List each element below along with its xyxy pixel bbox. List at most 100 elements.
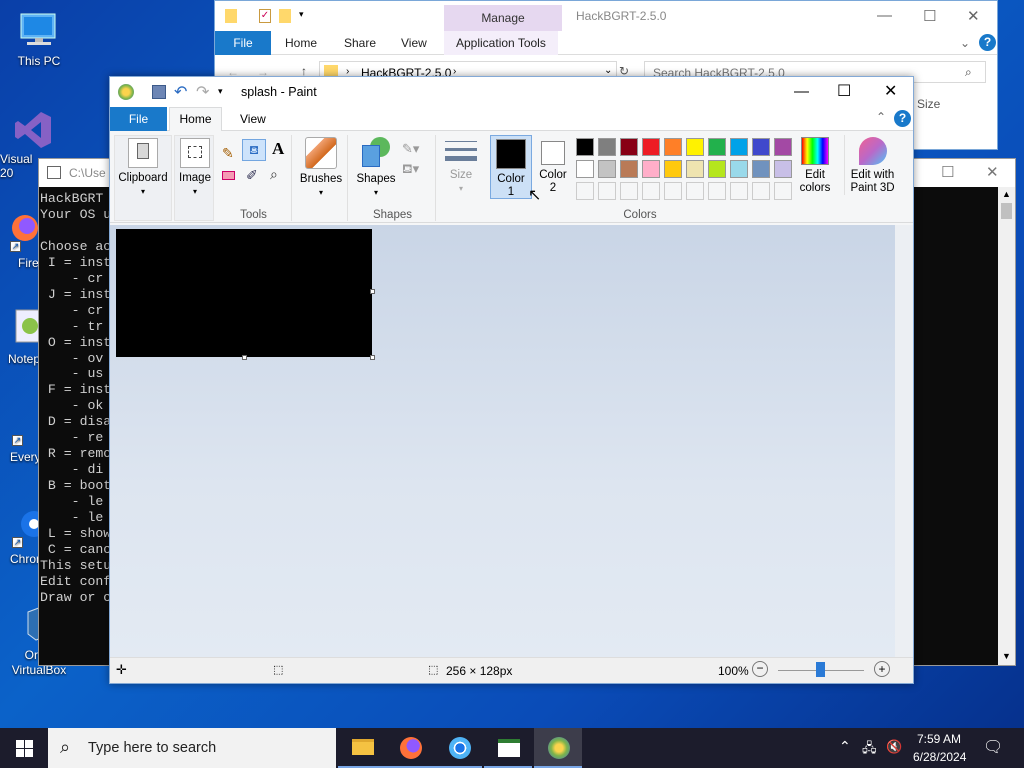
tab-application-tools[interactable]: Application Tools (444, 31, 558, 55)
edit-colors-button[interactable]: Edit colors (796, 135, 834, 195)
maximize-icon[interactable]: ☐ (941, 163, 954, 181)
palette-color[interactable] (730, 138, 748, 156)
quick-access-dropdown-icon[interactable]: ▾ (218, 86, 223, 97)
palette-color[interactable] (576, 138, 594, 156)
explorer-title-bar[interactable]: ✓ ▾ Manage HackBGRT-2.5.0 — ☐ ✕ (215, 1, 997, 31)
palette-color[interactable] (708, 160, 726, 178)
palette-color[interactable] (620, 138, 638, 156)
paint-window[interactable]: ↶ ↷ ▾ splash - Paint — ☐ ✕ File Home Vie… (109, 76, 914, 684)
palette-empty[interactable] (664, 182, 682, 200)
tab-view[interactable]: View (240, 112, 266, 126)
palette-empty[interactable] (686, 182, 704, 200)
search-icon[interactable]: ⌕ (965, 65, 972, 80)
maximize-icon[interactable]: ☐ (923, 7, 936, 25)
paint-title-bar[interactable]: ↶ ↷ ▾ splash - Paint — ☐ ✕ (110, 77, 913, 107)
tab-share[interactable]: Share (344, 36, 376, 50)
network-icon[interactable]: 🖧 (862, 739, 877, 761)
drawing-canvas[interactable] (116, 229, 372, 357)
color-picker-icon[interactable]: ✐ (246, 167, 258, 184)
start-windows-icon[interactable] (16, 740, 33, 757)
zoom-slider-thumb[interactable] (816, 662, 825, 677)
ribbon-collapse-icon[interactable]: ⌄ (960, 36, 970, 50)
cmd-scrollbar[interactable]: ▲ ▼ (998, 187, 1015, 665)
palette-color[interactable] (686, 138, 704, 156)
clipboard-button[interactable]: Clipboard ▾ (115, 138, 171, 198)
quick-access-dropdown-icon[interactable]: ▾ (299, 9, 304, 20)
palette-color[interactable] (576, 160, 594, 178)
taskbar-chrome[interactable] (434, 728, 482, 768)
shapes-button[interactable]: Shapes ▾ (352, 137, 400, 199)
palette-empty[interactable] (642, 182, 660, 200)
pencil-icon[interactable]: ✎ (222, 145, 234, 162)
new-folder-icon[interactable] (279, 9, 291, 23)
tab-file[interactable]: File (215, 31, 271, 55)
fill-icon[interactable]: ⛾ (242, 139, 266, 161)
tab-home[interactable]: Home (285, 36, 317, 50)
image-button[interactable]: Image ▾ (175, 138, 215, 198)
palette-color[interactable] (774, 160, 792, 178)
palette-color[interactable] (664, 138, 682, 156)
address-dropdown-icon[interactable]: ⌄ (604, 65, 612, 76)
eraser-icon[interactable] (222, 171, 235, 180)
close-icon[interactable]: ✕ (967, 7, 980, 25)
brushes-button[interactable]: Brushes ▾ (294, 137, 348, 199)
tab-view[interactable]: View (401, 36, 427, 50)
clock-date[interactable]: 6/28/2024 (913, 750, 966, 764)
palette-color[interactable] (664, 160, 682, 178)
palette-color[interactable] (730, 160, 748, 178)
undo-icon[interactable]: ↶ (174, 82, 187, 102)
taskbar-paint[interactable] (534, 728, 582, 768)
magnifier-icon[interactable]: ⌕ (270, 166, 278, 183)
resize-handle-right[interactable] (370, 289, 375, 294)
notification-icon[interactable]: 🗨 (983, 737, 1003, 757)
palette-color[interactable] (752, 138, 770, 156)
scroll-thumb[interactable] (1001, 203, 1012, 219)
scroll-down-icon[interactable]: ▼ (1002, 651, 1011, 661)
shape-fill-icon[interactable]: ⛾▾ (402, 161, 419, 179)
palette-color[interactable] (598, 160, 616, 178)
text-icon[interactable]: A (272, 139, 284, 159)
size-button[interactable]: Size ▾ (438, 137, 484, 195)
palette-empty[interactable] (598, 182, 616, 200)
palette-color[interactable] (708, 138, 726, 156)
palette-empty[interactable] (730, 182, 748, 200)
palette-empty[interactable] (708, 182, 726, 200)
scroll-up-icon[interactable]: ▲ (1002, 189, 1011, 199)
taskbar-file-explorer[interactable] (338, 728, 386, 768)
ribbon-collapse-icon[interactable]: ⌃ (876, 110, 886, 124)
palette-empty[interactable] (576, 182, 594, 200)
save-icon[interactable] (152, 85, 166, 99)
minimize-icon[interactable]: — (794, 83, 809, 100)
outline-icon[interactable]: ✎▾ (402, 141, 419, 157)
clock-time[interactable]: 7:59 AM (917, 732, 961, 746)
minimize-icon[interactable]: — (877, 7, 892, 24)
palette-color[interactable] (752, 160, 770, 178)
palette-color[interactable] (774, 138, 792, 156)
color1-button[interactable]: Color 1 (490, 135, 532, 199)
close-icon[interactable]: ✕ (986, 163, 999, 181)
column-header-size[interactable]: Size (917, 97, 940, 111)
zoom-out-icon[interactable]: − (752, 661, 768, 677)
close-icon[interactable]: ✕ (884, 81, 897, 101)
palette-color[interactable] (686, 160, 704, 178)
palette-empty[interactable] (620, 182, 638, 200)
tab-home[interactable]: Home (169, 107, 222, 132)
maximize-icon[interactable]: ☐ (837, 81, 851, 101)
volume-muted-icon[interactable]: 🔇 (886, 739, 902, 755)
manage-context-tab[interactable]: Manage (444, 5, 562, 31)
palette-color[interactable] (598, 138, 616, 156)
edit-with-paint3d-button[interactable]: Edit with Paint 3D (844, 135, 900, 195)
help-icon[interactable]: ? (979, 34, 996, 51)
resize-handle-corner[interactable] (370, 355, 375, 360)
show-hidden-icons-icon[interactable]: ⌃ (839, 738, 851, 755)
redo-icon[interactable]: ↷ (196, 82, 209, 102)
palette-color[interactable] (620, 160, 638, 178)
desktop-icon-this-pc[interactable]: This PC (2, 10, 76, 68)
tab-file[interactable]: File (110, 107, 167, 131)
palette-empty[interactable] (752, 182, 770, 200)
taskbar-firefox[interactable] (386, 728, 434, 768)
palette-color[interactable] (642, 160, 660, 178)
zoom-in-icon[interactable]: + (874, 661, 890, 677)
palette-color[interactable] (642, 138, 660, 156)
palette-empty[interactable] (774, 182, 792, 200)
